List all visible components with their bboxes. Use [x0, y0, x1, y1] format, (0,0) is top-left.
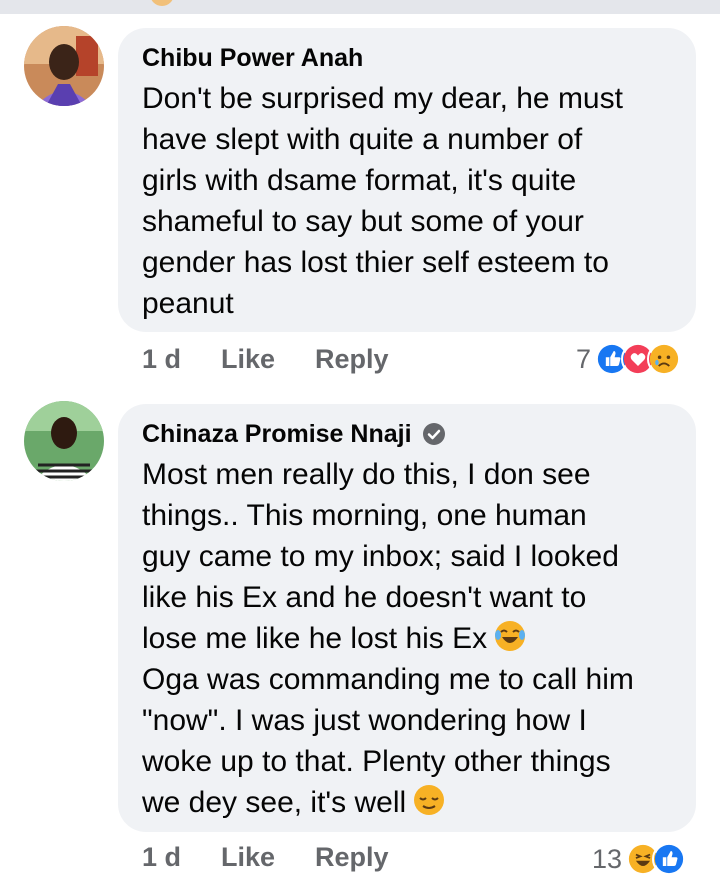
comment-text: Most men really do this, I don see thing… — [142, 454, 674, 823]
sad-icon — [647, 342, 682, 376]
comment-line: gender has lost thier self esteem to — [142, 246, 609, 279]
verified-badge-icon — [422, 423, 445, 445]
reaction-count: 13 — [592, 843, 623, 874]
comment-actions: 1 d Like Reply — [142, 344, 429, 375]
comment-line-with-emoji: lose me like he lost his Ex — [142, 618, 674, 659]
comment-timestamp[interactable]: 1 d — [142, 842, 181, 873]
like-icon — [652, 842, 687, 876]
reaction-summary[interactable]: 7 — [576, 342, 682, 376]
comment-timestamp[interactable]: 1 d — [142, 344, 181, 375]
comment-line: "now". I was just wondering how I — [142, 704, 587, 737]
reaction-summary[interactable]: 13 — [592, 842, 687, 876]
avatar-chinaza[interactable] — [24, 401, 104, 481]
comment-line: shameful to say but some of your — [142, 205, 584, 238]
comment-line: Don't be surprised my dear, he must — [142, 82, 623, 115]
like-button[interactable]: Like — [221, 344, 275, 375]
comment-line: girls with dsame format, it's quite — [142, 164, 577, 197]
comment-line: peanut — [142, 287, 234, 320]
comment-line: lose me like he lost his Ex — [142, 622, 488, 655]
comment-line: guy came to my inbox; said I looked — [142, 540, 619, 573]
previous-comment-edge — [0, 0, 720, 14]
comment-bubble: Chibu Power Anah Don't be surprised my d… — [118, 28, 696, 332]
comment-line: have slept with quite a number of — [142, 123, 583, 156]
tears-of-joy-emoji-icon — [495, 621, 526, 651]
avatar-chibu[interactable] — [24, 26, 104, 106]
comment-author[interactable]: Chinaza Promise Nnaji — [142, 418, 412, 450]
comment-line-with-emoji: we dey see, it's well — [142, 782, 674, 823]
comment-line: things.. This morning, one human — [142, 499, 587, 532]
comment-actions: 1 d Like Reply — [142, 842, 429, 873]
partial-reaction-icon — [150, 0, 174, 6]
reply-button[interactable]: Reply — [315, 842, 389, 873]
relieved-face-emoji-icon — [414, 785, 445, 815]
like-button[interactable]: Like — [221, 842, 275, 873]
comment-author-row: Chinaza Promise Nnaji — [142, 418, 674, 450]
comment-line: like his Ex and he doesn't want to — [142, 581, 587, 614]
comment-line: woke up to that. Plenty other things — [142, 745, 611, 778]
comment-author[interactable]: Chibu Power Anah — [142, 42, 674, 74]
reaction-count: 7 — [576, 343, 592, 374]
reply-button[interactable]: Reply — [315, 344, 389, 375]
comment-bubble: Chinaza Promise Nnaji Most men really do… — [118, 404, 696, 832]
comment-line: Most men really do this, I don see — [142, 458, 591, 491]
comment-line: Oga was commanding me to call him — [142, 663, 634, 696]
comment-text: Don't be surprised my dear, he must have… — [142, 78, 674, 324]
comment-line: we dey see, it's well — [142, 786, 407, 819]
